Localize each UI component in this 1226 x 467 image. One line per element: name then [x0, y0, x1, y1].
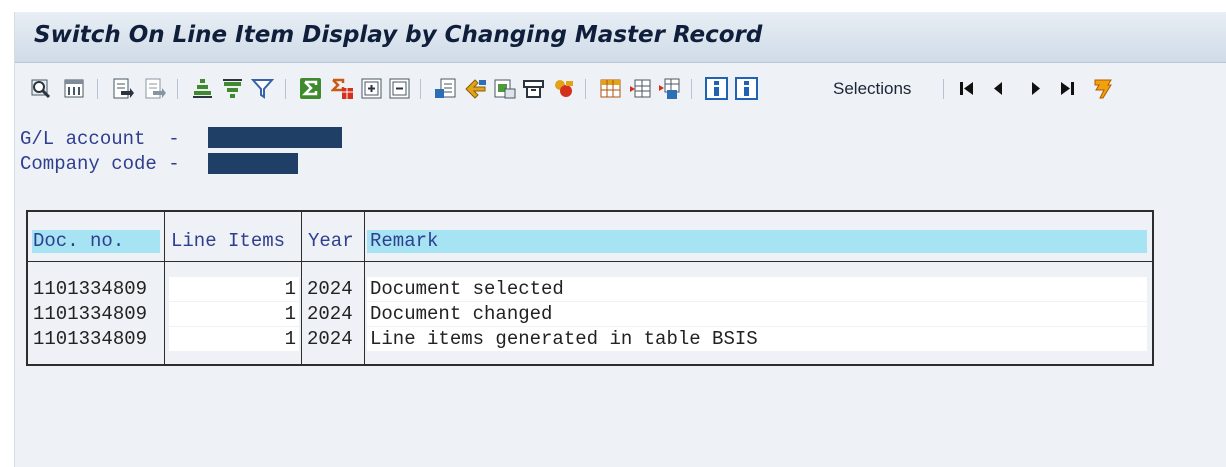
table-row-remark: Document changed	[370, 303, 553, 325]
filter-icon[interactable]	[251, 77, 274, 100]
table-row-doc-no[interactable]: 1101334809	[33, 302, 147, 326]
next-page-icon[interactable]	[1024, 77, 1047, 100]
table-row-year: 2024	[307, 328, 353, 350]
table-row-remark: Line items generated in table BSIS	[370, 328, 758, 350]
column-header-doc-no[interactable]: Doc. no.	[33, 229, 124, 253]
results-table: Doc. no. Line Items Year Remark 11013348…	[26, 210, 1154, 366]
save-layout-icon[interactable]	[658, 77, 681, 100]
exit-icon[interactable]	[1091, 77, 1114, 100]
previous-page-icon[interactable]	[987, 77, 1010, 100]
table-row-year: 2024	[307, 303, 353, 325]
table-row-doc-no[interactable]: 1101334809	[33, 327, 147, 351]
table-row-line-items: 1	[284, 328, 296, 350]
export-alt-icon[interactable]	[143, 77, 166, 100]
local-file-icon[interactable]	[493, 77, 516, 100]
total-icon[interactable]	[299, 77, 322, 100]
subtotal-icon[interactable]	[331, 77, 354, 100]
detail-icon[interactable]	[30, 77, 53, 100]
column-header-year[interactable]: Year	[308, 229, 354, 253]
table-row-line-items: 1	[284, 278, 296, 300]
company-code-value-redacted	[208, 153, 298, 174]
table-row-remark: Document selected	[370, 278, 564, 300]
expand-icon[interactable]	[360, 77, 383, 100]
table-row-year: 2024	[307, 278, 353, 300]
collapse-icon[interactable]	[388, 77, 411, 100]
mail-icon[interactable]	[522, 77, 545, 100]
gl-account-label: G/L account -	[20, 128, 180, 150]
spreadsheet-icon[interactable]	[434, 77, 457, 100]
application-window: Switch On Line Item Display by Changing …	[14, 12, 1226, 467]
table-row-line-items: 1	[284, 303, 296, 325]
last-page-icon[interactable]	[1056, 77, 1079, 100]
selections-button[interactable]: Selections	[833, 79, 911, 99]
company-code-label: Company code -	[20, 153, 180, 175]
layout-icon[interactable]	[599, 77, 622, 100]
column-header-remark[interactable]: Remark	[370, 229, 438, 253]
application-toolbar: Selections	[15, 70, 1226, 108]
sort-ascending-icon[interactable]	[191, 77, 214, 100]
first-page-icon[interactable]	[955, 77, 978, 100]
print-preview-icon[interactable]	[63, 77, 86, 100]
table-row-doc-no[interactable]: 1101334809	[33, 277, 147, 301]
column-header-line-items[interactable]: Line Items	[171, 229, 285, 253]
gl-account-value-redacted	[208, 127, 342, 148]
word-processing-icon[interactable]	[464, 77, 487, 100]
abc-analysis-icon[interactable]	[552, 77, 575, 100]
page-title: Switch On Line Item Display by Changing …	[34, 22, 763, 48]
info-icon[interactable]	[705, 77, 728, 100]
title-bar: Switch On Line Item Display by Changing …	[15, 12, 1226, 63]
selections-icon[interactable]	[735, 77, 758, 100]
select-layout-icon[interactable]	[629, 77, 652, 100]
export-icon[interactable]	[111, 77, 134, 100]
sort-descending-icon[interactable]	[221, 77, 244, 100]
